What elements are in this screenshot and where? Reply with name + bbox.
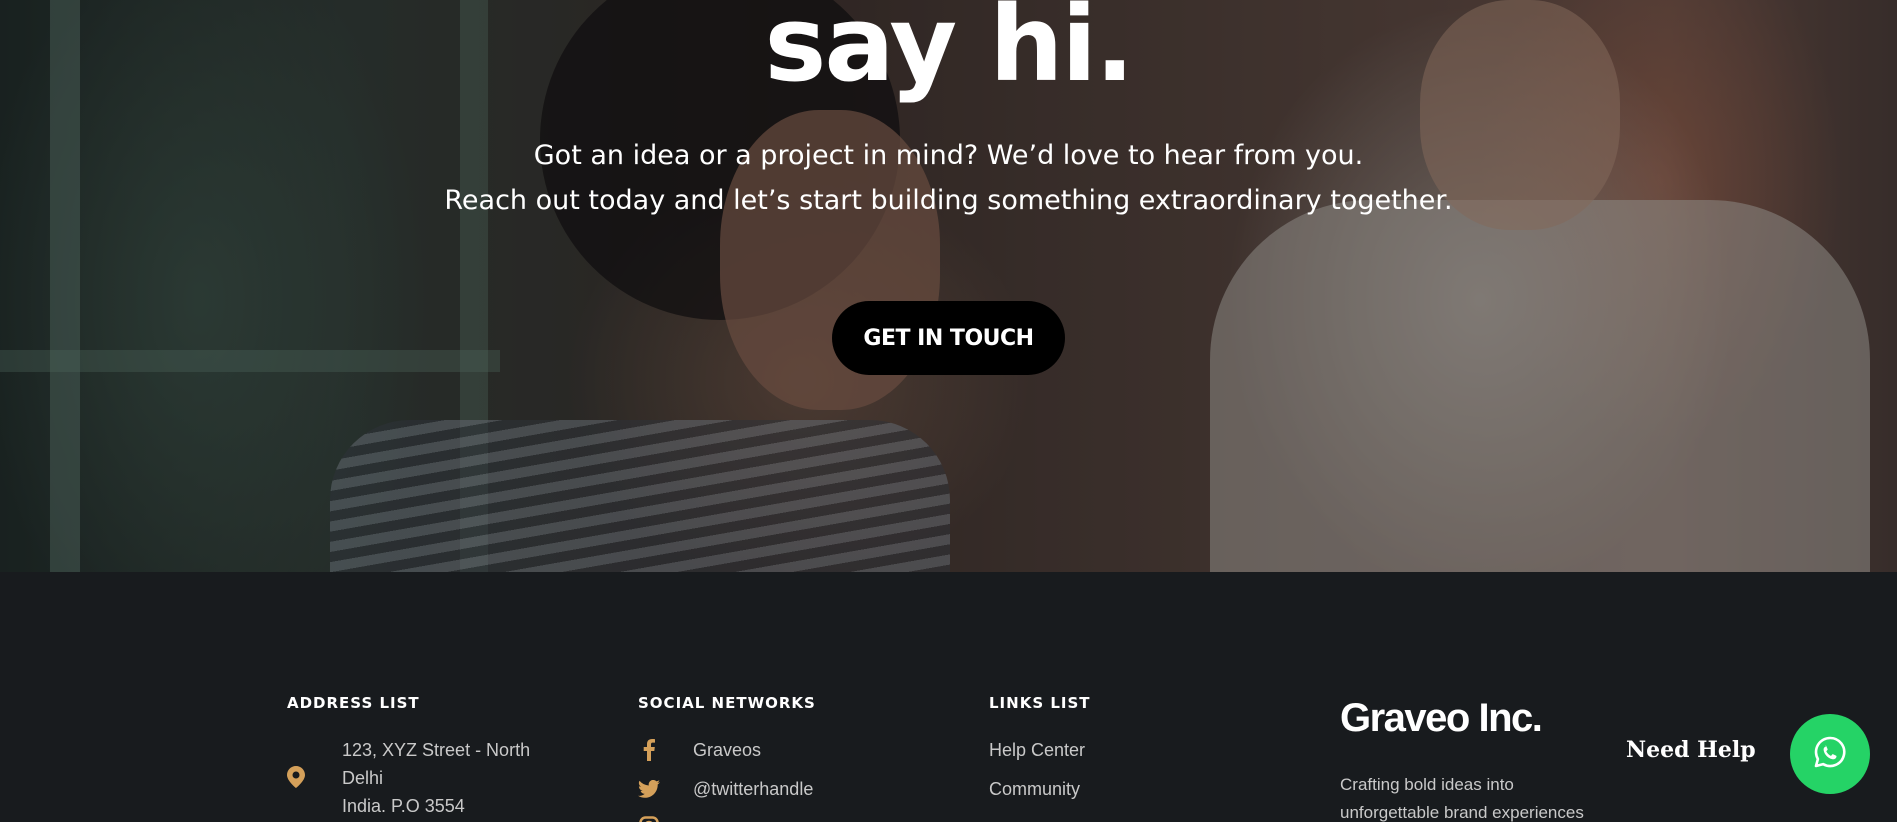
address-list-title: ADDRESS LIST (287, 694, 420, 712)
social-label: Graveos (693, 739, 762, 760)
social-networks-title: SOCIAL NETWORKS (638, 694, 816, 712)
hero-title: say hi. (764, 0, 1134, 105)
get-in-touch-button[interactable]: GET IN TOUCH (832, 301, 1065, 375)
hero-subtitle-line-2: Reach out today and let’s start building… (444, 185, 1453, 216)
footer-link-community[interactable]: Community (989, 775, 1080, 803)
social-label: @twitterhandle (693, 778, 814, 799)
social-link-twitter[interactable]: @twitterhandle (638, 775, 898, 803)
footer-link-help-center[interactable]: Help Center (989, 736, 1085, 764)
site-footer: ADDRESS LIST SOCIAL NETWORKS LINKS LIST (0, 572, 1897, 822)
hero-section: say hi. Got an idea or a project in mind… (0, 0, 1897, 572)
instagram-icon (638, 815, 660, 822)
brand-description: Crafting bold ideas into unforgettable b… (1340, 775, 1584, 822)
address-line: India. P.O 3554 (342, 796, 465, 816)
social-link-instagram[interactable] (638, 812, 898, 822)
address-line: 123, XYZ Street - North (342, 740, 531, 760)
social-column: SOCIAL NETWORKS (638, 694, 938, 712)
facebook-icon (638, 739, 660, 761)
hero-subtitle-line-1: Got an idea or a project in mind? We’d l… (533, 140, 1364, 171)
social-link-facebook[interactable]: Graveos (638, 736, 898, 764)
map-pin-icon (287, 766, 305, 788)
twitter-icon (638, 778, 660, 800)
links-column: LINKS LIST (989, 694, 1289, 712)
whatsapp-icon (1813, 735, 1847, 774)
links-list-title: LINKS LIST (989, 694, 1091, 712)
address-column: ADDRESS LIST (287, 694, 587, 712)
address-line: Delhi (342, 768, 384, 788)
need-help-label[interactable]: Need Help (1626, 737, 1756, 763)
whatsapp-chat-button[interactable] (1790, 714, 1870, 794)
brand-name: Graveo Inc. (1340, 696, 1543, 740)
address-text: 123, XYZ Street - North Delhi India. P.O… (342, 736, 572, 820)
